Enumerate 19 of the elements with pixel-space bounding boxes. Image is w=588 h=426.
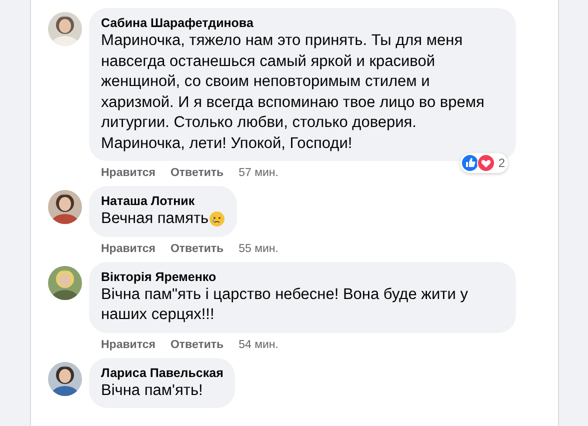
comment-text: Вечная память <box>101 209 209 229</box>
comment-text: Мариночка, тяжело нам это принять. Ты для меня навсегда останешься самый яркой и красивой женщиной, со своим неповторимым стилем и харизмой. И я всегда вспоминаю твое лицо во время литургии. Столько любви, столько доверия. Мариночка, лети! Упокой, Господи! <box>101 31 486 154</box>
author-name[interactable]: Сабина Шарафетдинова <box>101 15 504 31</box>
reaction-count: 2 <box>497 156 505 170</box>
action-link[interactable]: Нравится <box>101 242 156 256</box>
action-link[interactable]: Ответить <box>170 242 224 256</box>
timestamp[interactable]: 54 мин. <box>238 338 278 352</box>
author-name[interactable]: Вікторія Яременко <box>101 268 504 284</box>
action-link[interactable]: Нравится <box>101 338 156 352</box>
timestamp[interactable]: 57 мин. <box>238 166 278 180</box>
author-name[interactable]: Лариса Павельская <box>101 364 224 380</box>
comment-text: Вічна пам'ять! <box>101 380 203 400</box>
comment-text: Вічна пам"ять і царство небесне! Вона буде жити у наших серцях!!! <box>101 284 469 325</box>
timestamp[interactable]: 55 мин. <box>238 242 278 256</box>
action-link[interactable]: Нравится <box>101 166 156 180</box>
author-name[interactable]: Наташа Лотник <box>101 193 225 209</box>
action-link[interactable]: Ответить <box>170 338 224 352</box>
action-link[interactable]: Ответить <box>170 166 224 180</box>
reaction-summary[interactable]: 2 <box>460 153 508 173</box>
